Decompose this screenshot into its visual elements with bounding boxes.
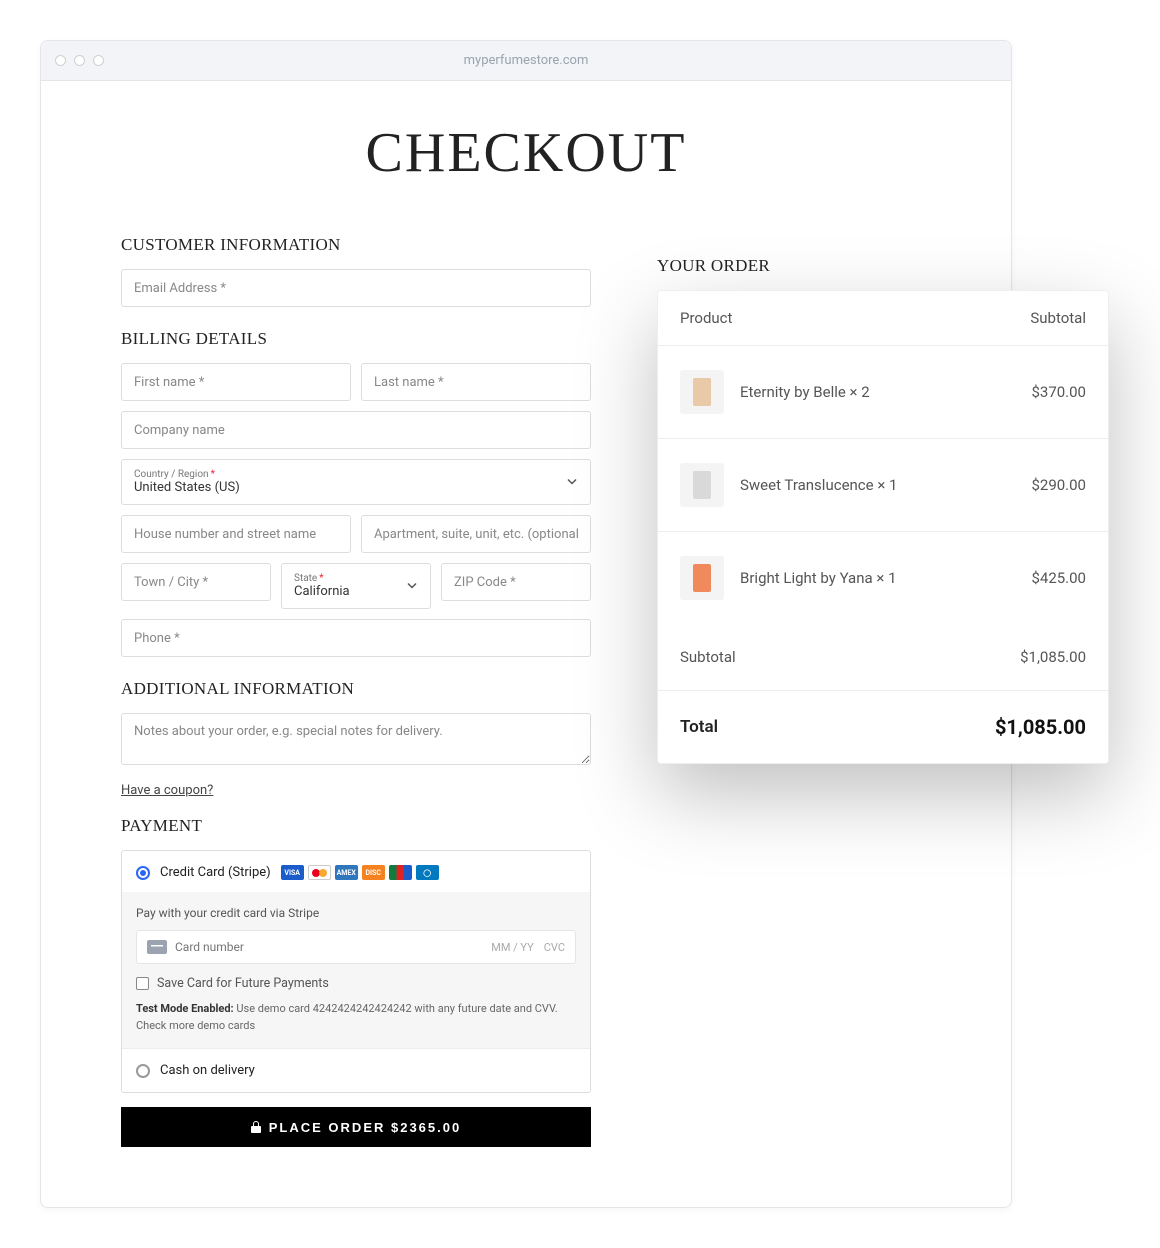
card-cvc-hint[interactable]: CVC	[544, 941, 565, 954]
card-brand-icons: VISA AMEX DISC ◯	[281, 865, 439, 880]
discover-icon: DISC	[362, 865, 385, 880]
zip-field[interactable]	[454, 575, 578, 590]
coupon-link[interactable]: Have a coupon?	[121, 783, 591, 798]
payment-method-credit-card[interactable]: Credit Card (Stripe) VISA AMEX DISC ◯	[122, 851, 590, 892]
jcb-icon	[389, 865, 412, 880]
order-item-name: Bright Light by Yana × 1	[740, 569, 1031, 587]
page-body: CHECKOUT CUSTOMER INFORMATION BILLING DE…	[41, 81, 1011, 1207]
browser-chrome: myperfumestore.com	[41, 41, 1011, 81]
payment-method-cod[interactable]: Cash on delivery	[122, 1048, 590, 1092]
credit-card-label: Credit Card (Stripe)	[160, 865, 271, 880]
address-bar-text: myperfumestore.com	[41, 53, 1011, 68]
traffic-light-zoom-icon[interactable]	[93, 55, 104, 66]
country-select[interactable]: Country / Region* United States (US)	[121, 459, 591, 505]
product-thumb	[680, 370, 724, 414]
order-item-row: Bright Light by Yana × 1$425.00	[658, 532, 1108, 624]
payment-box: Credit Card (Stripe) VISA AMEX DISC ◯ Pa…	[121, 850, 591, 1093]
country-value: United States (US)	[134, 480, 240, 495]
order-item-name: Sweet Translucence × 1	[740, 476, 1031, 494]
total-label: Total	[680, 717, 995, 737]
section-additional: ADDITIONAL INFORMATION	[121, 679, 591, 699]
amex-icon: AMEX	[335, 865, 358, 880]
cod-label: Cash on delivery	[160, 1063, 255, 1078]
city-wrapper[interactable]	[121, 563, 271, 601]
company-field[interactable]	[134, 423, 578, 438]
order-header-row: Product Subtotal	[658, 291, 1108, 346]
order-items: Eternity by Belle × 2$370.00Sweet Transl…	[658, 346, 1108, 624]
first-name-field[interactable]	[134, 375, 338, 390]
order-item-price: $370.00	[1031, 383, 1086, 401]
total-value: $1,085.00	[995, 715, 1086, 739]
card-number-field[interactable]	[175, 940, 483, 954]
phone-field[interactable]	[134, 631, 578, 646]
traffic-light-group	[55, 55, 104, 66]
first-name-wrapper[interactable]	[121, 363, 351, 401]
browser-window: myperfumestore.com CHECKOUT CUSTOMER INF…	[40, 40, 1012, 1208]
state-value: California	[294, 584, 350, 599]
state-label: State*	[294, 573, 324, 584]
chevron-down-icon	[566, 473, 578, 492]
lock-icon	[251, 1121, 261, 1133]
save-card-row[interactable]: Save Card for Future Payments	[136, 976, 576, 991]
subtotal-label: Subtotal	[680, 648, 1020, 666]
product-thumb	[680, 556, 724, 600]
state-select[interactable]: State* California	[281, 563, 431, 609]
email-field-wrapper[interactable]	[121, 269, 591, 307]
product-thumb	[680, 463, 724, 507]
stripe-body: Pay with your credit card via Stripe MM …	[122, 892, 590, 1048]
street-field[interactable]	[134, 527, 338, 542]
page-title: CHECKOUT	[121, 121, 931, 185]
section-payment: PAYMENT	[121, 816, 591, 836]
place-order-label: PLACE ORDER $2365.00	[269, 1120, 461, 1135]
traffic-light-minimize-icon[interactable]	[74, 55, 85, 66]
card-input-row[interactable]: MM / YY CVC	[136, 930, 576, 964]
credit-card-icon	[147, 940, 167, 954]
order-summary: YOUR ORDER Product Subtotal Eternity by …	[657, 256, 1109, 764]
order-item-row: Eternity by Belle × 2$370.00	[658, 346, 1108, 439]
order-card: Product Subtotal Eternity by Belle × 2$3…	[657, 290, 1109, 764]
city-field[interactable]	[134, 575, 258, 590]
stripe-helper-text: Pay with your credit card via Stripe	[136, 906, 576, 920]
email-field[interactable]	[134, 281, 578, 296]
apartment-wrapper[interactable]	[361, 515, 591, 553]
chevron-down-icon	[406, 577, 418, 596]
traffic-light-close-icon[interactable]	[55, 55, 66, 66]
place-order-button[interactable]: PLACE ORDER $2365.00	[121, 1107, 591, 1147]
order-header-subtotal: Subtotal	[1030, 309, 1086, 327]
last-name-wrapper[interactable]	[361, 363, 591, 401]
visa-icon: VISA	[281, 865, 304, 880]
company-wrapper[interactable]	[121, 411, 591, 449]
save-card-checkbox[interactable]	[136, 977, 149, 990]
radio-credit-card[interactable]	[136, 866, 150, 880]
zip-wrapper[interactable]	[441, 563, 591, 601]
order-item-price: $425.00	[1031, 569, 1086, 587]
street-wrapper[interactable]	[121, 515, 351, 553]
radio-cod[interactable]	[136, 1064, 150, 1078]
order-header-product: Product	[680, 309, 1030, 327]
section-customer-info: CUSTOMER INFORMATION	[121, 235, 591, 255]
order-subtotal-row: Subtotal $1,085.00	[658, 624, 1108, 691]
save-card-label: Save Card for Future Payments	[157, 976, 329, 991]
last-name-field[interactable]	[374, 375, 578, 390]
diners-icon: ◯	[416, 865, 439, 880]
apartment-field[interactable]	[374, 527, 578, 542]
card-expiry-hint[interactable]: MM / YY	[491, 941, 534, 954]
test-mode-note: Test Mode Enabled: Use demo card 4242424…	[136, 1001, 576, 1034]
order-item-price: $290.00	[1031, 476, 1086, 494]
order-item-name: Eternity by Belle × 2	[740, 383, 1031, 401]
order-notes-field[interactable]	[121, 713, 591, 765]
mastercard-icon	[308, 865, 331, 880]
subtotal-value: $1,085.00	[1020, 648, 1086, 666]
order-item-row: Sweet Translucence × 1$290.00	[658, 439, 1108, 532]
section-order: YOUR ORDER	[657, 256, 1109, 276]
phone-wrapper[interactable]	[121, 619, 591, 657]
section-billing: BILLING DETAILS	[121, 329, 591, 349]
order-total-row: Total $1,085.00	[658, 691, 1108, 763]
checkout-form: CUSTOMER INFORMATION BILLING DETAILS	[121, 235, 591, 1147]
country-label: Country / Region*	[134, 469, 215, 480]
